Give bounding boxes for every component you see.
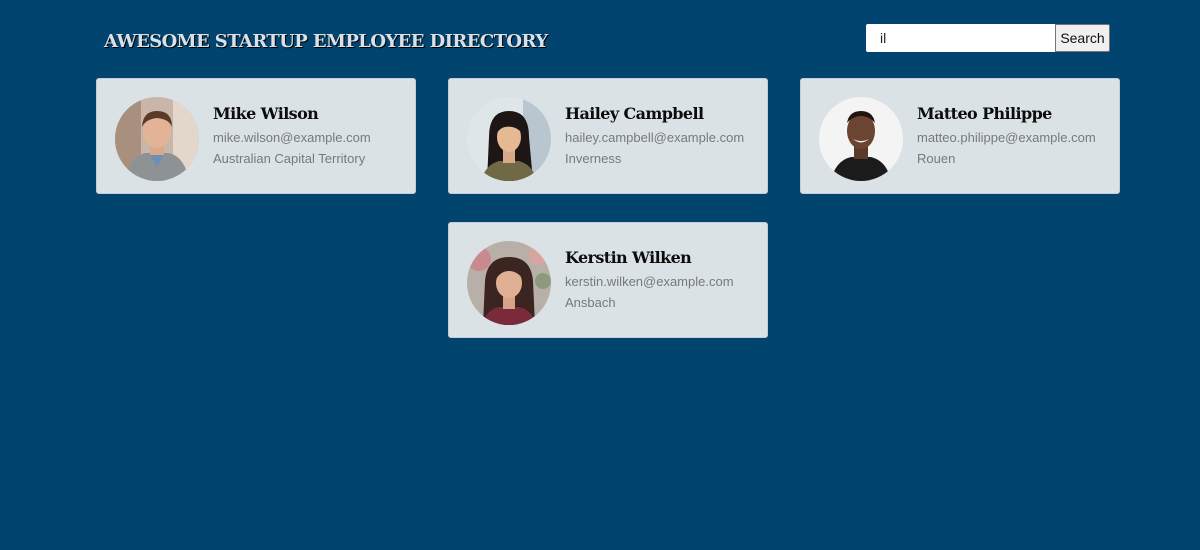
avatar xyxy=(467,241,551,325)
employee-location: Ansbach xyxy=(565,295,616,310)
employee-name: Mike Wilson xyxy=(213,104,319,123)
employee-location: Rouen xyxy=(917,151,956,166)
avatar xyxy=(115,97,199,181)
employee-card[interactable]: Kerstin Wilken kerstin.wilken@example.co… xyxy=(448,222,768,338)
employee-card[interactable]: Hailey Campbell hailey.campbell@example.… xyxy=(448,78,768,194)
avatar xyxy=(467,97,551,181)
employee-name: Kerstin Wilken xyxy=(565,248,692,267)
employee-name: Hailey Campbell xyxy=(565,104,704,123)
employee-card[interactable]: Mike Wilson mike.wilson@example.com Aust… xyxy=(96,78,416,194)
employee-location: Australian Capital Territory xyxy=(213,151,366,166)
employee-email: kerstin.wilken@example.com xyxy=(565,274,734,289)
employee-location: Inverness xyxy=(565,151,622,166)
search-form: Search xyxy=(866,24,1110,52)
search-button[interactable]: Search xyxy=(1055,24,1110,52)
avatar xyxy=(819,97,903,181)
page-title: AWESOME STARTUP EMPLOYEE DIRECTORY xyxy=(104,31,548,52)
search-input[interactable] xyxy=(866,24,1055,52)
employee-email: mike.wilson@example.com xyxy=(213,130,371,145)
employee-card[interactable]: Matteo Philippe matteo.philippe@example.… xyxy=(800,78,1120,194)
employee-name: Matteo Philippe xyxy=(917,104,1052,123)
employee-email: matteo.philippe@example.com xyxy=(917,130,1096,145)
employee-email: hailey.campbell@example.com xyxy=(565,130,745,145)
